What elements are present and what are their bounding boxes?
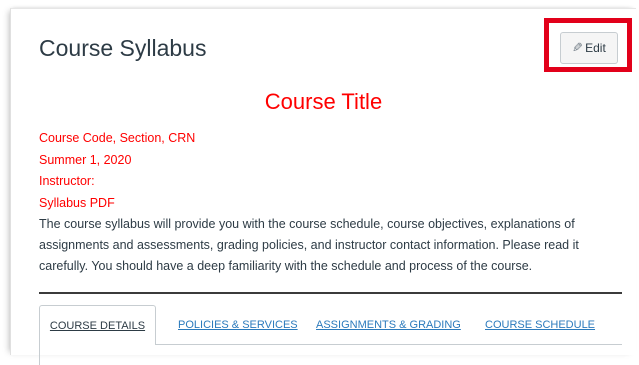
- edit-button-label: Edit: [585, 41, 606, 55]
- tab-panel-border: [155, 344, 622, 345]
- tab-assignments-grading[interactable]: ASSIGNMENTS & GRADING: [316, 305, 461, 345]
- course-meta: Course Code, Section, CRN Summer 1, 2020…: [39, 128, 195, 214]
- tab-policies-services[interactable]: POLICIES & SERVICES: [178, 305, 298, 345]
- tab-course-schedule[interactable]: COURSE SCHEDULE: [485, 305, 595, 345]
- edit-button[interactable]: ✎ Edit: [560, 32, 618, 64]
- syllabus-page: Course Syllabus ✎ Edit Course Title Cour…: [10, 8, 636, 365]
- tab-course-details[interactable]: COURSE DETAILS: [39, 305, 156, 345]
- course-title: Course Title: [264, 89, 383, 114]
- instructor-line: Instructor:: [39, 174, 95, 188]
- course-code-line: Course Code, Section, CRN: [39, 131, 196, 145]
- syllabus-description: The course syllabus will provide you wit…: [39, 217, 579, 273]
- divider: [39, 292, 622, 294]
- syllabus-pdf-line: Syllabus PDF: [39, 195, 115, 210]
- page-title: Course Syllabus: [39, 35, 207, 61]
- syllabus-tabs: COURSE DETAILS POLICIES & SERVICES ASSIG…: [39, 305, 622, 365]
- pencil-icon: ✎: [572, 40, 584, 55]
- tab-panel-left-border: [39, 345, 40, 365]
- term-line: Summer 1, 2020: [39, 152, 132, 167]
